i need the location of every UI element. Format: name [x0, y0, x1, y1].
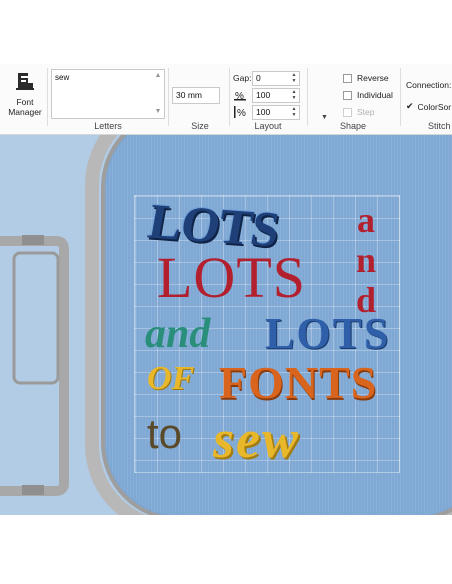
reverse-label: Reverse [357, 73, 389, 83]
checkbox-box[interactable] [343, 90, 352, 100]
colorsort-checkbox[interactable]: ✔ ColorSor [406, 101, 451, 112]
text-and-vertical[interactable]: and [346, 200, 387, 320]
scroll-down-icon[interactable]: ▼ [154, 108, 162, 116]
gap-spinbox[interactable]: 0 ▲ ▼ [252, 71, 300, 86]
size-input[interactable]: 30 mm [172, 87, 220, 104]
text-lots-decorated[interactable]: LOTS [265, 308, 390, 359]
separator [400, 68, 401, 126]
reverse-checkbox[interactable]: Reverse [343, 73, 389, 83]
width-value[interactable]: 100 [256, 90, 270, 100]
text-and-teal[interactable]: and [145, 310, 210, 358]
shape-group-label: Shape [339, 121, 367, 131]
width-percent-icon: % [234, 91, 246, 101]
letters-group-label: Letters [94, 121, 122, 131]
embroidery-design[interactable]: LOTS and LOTS and LOTS OF FONTS to sew [134, 193, 400, 473]
separator [307, 68, 308, 126]
font-manager-button[interactable]: Font Manager [6, 70, 44, 118]
spin-arrows-icon[interactable]: ▲ ▼ [290, 106, 298, 119]
font-manager-label-line1: Font [16, 97, 34, 107]
size-group-label: Size [191, 121, 209, 131]
design-canvas[interactable]: LOTS and LOTS and LOTS OF FONTS to sew [0, 135, 452, 515]
step-checkbox[interactable]: Step [343, 107, 375, 117]
text-fonts[interactable]: FONTS [219, 356, 377, 409]
colorsort-label: ColorSor [417, 101, 452, 112]
letters-textbox[interactable]: sew ▲ ▼ [51, 69, 165, 119]
ribbon-toolbar: Font Manager sew ▲ ▼ Letters 30 mm Size … [0, 64, 452, 135]
checkbox-box[interactable] [343, 73, 352, 83]
text-to[interactable]: to [147, 410, 182, 458]
separator [47, 68, 48, 126]
text-and-vertical-value: and [346, 200, 386, 320]
font-manager-icon [16, 73, 34, 90]
empty-area [0, 515, 452, 584]
svg-text:%: % [237, 108, 246, 118]
height-percent-icon: % [234, 106, 246, 118]
hoop-bracket [0, 235, 90, 497]
gap-label: Gap: [233, 73, 252, 83]
individual-checkbox[interactable]: Individual [343, 90, 393, 100]
individual-label: Individual [357, 90, 393, 100]
spin-arrows-icon[interactable]: ▲ ▼ [290, 89, 298, 102]
letters-input[interactable]: sew [55, 73, 151, 113]
width-spinbox[interactable]: 100 ▲ ▼ [252, 88, 300, 103]
scroll-up-icon[interactable]: ▲ [154, 72, 162, 80]
step-label: Step [357, 107, 375, 117]
height-spinbox[interactable]: 100 ▲ ▼ [252, 105, 300, 120]
checkmark-icon[interactable]: ✔ [406, 101, 414, 112]
dropdown-arrow-icon[interactable]: ▼ [321, 114, 328, 121]
separator [229, 68, 230, 126]
stitch-group-label: Stitch [428, 121, 451, 131]
gap-value[interactable]: 0 [256, 73, 261, 83]
font-manager-label-line2: Manager [8, 107, 42, 117]
connection-label: Connection: [406, 80, 452, 90]
spin-arrows-icon[interactable]: ▲ ▼ [290, 72, 298, 85]
text-sew[interactable]: sew [213, 408, 300, 470]
text-of[interactable]: OF [147, 360, 194, 398]
separator [168, 68, 169, 126]
checkbox-box[interactable] [343, 107, 352, 117]
text-lots-red[interactable]: LOTS [157, 244, 306, 311]
layout-group-label: Layout [254, 121, 282, 131]
height-value[interactable]: 100 [256, 107, 270, 117]
